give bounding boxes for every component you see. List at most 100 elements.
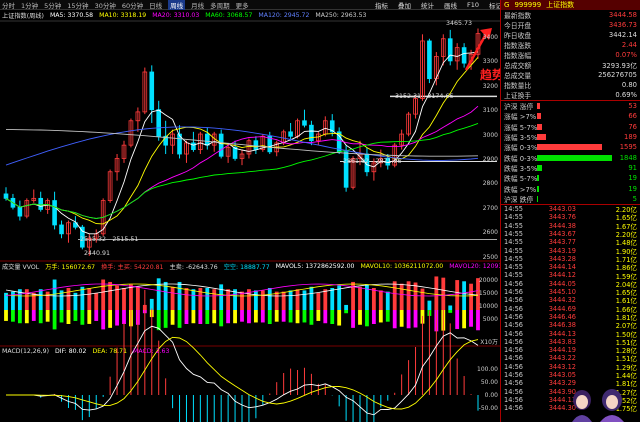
- volume-flow-bar: [205, 310, 210, 324]
- volume-bar: [392, 281, 397, 310]
- volume-bar: [240, 291, 244, 310]
- volume-bar: [219, 284, 224, 310]
- volume-bar: [177, 281, 182, 310]
- volume-flow-bar: [87, 310, 92, 324]
- kline-chart[interactable]: [0, 0, 500, 422]
- volume-bar: [108, 281, 113, 310]
- distribution-count: 19: [628, 184, 637, 193]
- volume-flow-bar: [413, 310, 418, 328]
- volume-bar: [267, 288, 272, 310]
- quote-row: 昨日收盘 3442.14: [501, 30, 640, 40]
- macd-axis-tick: 0.00: [484, 392, 498, 399]
- volume-flow-bar: [469, 310, 473, 327]
- quote-label: 今日开盘: [504, 22, 532, 30]
- volume-flow-bar: [94, 310, 99, 321]
- macd-legend: MACD(12,26,9) DIF: 80.02 DEA: 78.71 MACD…: [0, 347, 300, 356]
- macd-title: MACD(12,26,9): [2, 348, 49, 355]
- mavol10: MAVOL10: 1036211072.00: [360, 263, 444, 270]
- volume-flow-bar: [448, 310, 453, 313]
- volume-flow-bar: [260, 310, 265, 323]
- volume-flow-bar: [73, 310, 78, 321]
- distribution-row: 沪深 跌停 5: [501, 194, 640, 204]
- vol-sell: 主卖: -62643.76: [169, 264, 218, 271]
- quote-panel: G 999999 上证指数 最新指数 3444.58 今日开盘 3436.73 昨日收盘…: [500, 0, 640, 422]
- macd-dif: DIF: 80.02: [55, 348, 87, 355]
- distribution-row: 涨幅 3-5% 189: [501, 132, 640, 142]
- tick-time: 14:55: [504, 221, 524, 230]
- tick-price: 3446.38: [548, 321, 576, 330]
- candle-body: [191, 142, 196, 150]
- tick-time: 14:55: [504, 205, 524, 214]
- distribution-bar: [537, 123, 612, 130]
- quote-label: 指数涨跌: [504, 42, 532, 50]
- distribution-row: 跌幅 0-3% 1848: [501, 152, 640, 163]
- tick-time: 14:55: [504, 230, 524, 238]
- volume-flow-bar: [323, 310, 328, 324]
- quote-label: 上证换手: [504, 92, 532, 100]
- candle-body: [218, 133, 224, 157]
- volume-flow-bar: [11, 310, 15, 322]
- tick-time: 14:56: [504, 279, 524, 288]
- tick-time: 14:56: [504, 362, 524, 371]
- volume-legend: 成交量 VVOL 万手: 156072.67 换手: 主买: 54220.81 …: [0, 262, 500, 271]
- volume-bar: [385, 291, 390, 310]
- volume-bar: [378, 290, 383, 310]
- tick-time: 14:55: [504, 213, 524, 222]
- volume-bar: [344, 304, 349, 310]
- quote-row: 指数涨跌 2.44: [501, 40, 640, 50]
- distribution-label: 沪深 跌停: [504, 195, 534, 204]
- distribution-label: 涨幅 3-5%: [504, 134, 538, 143]
- distribution-label: 涨幅 >7%: [504, 113, 537, 122]
- volume-flow-bar: [45, 310, 50, 322]
- candle-body: [38, 197, 44, 210]
- tick-price: 3444.05: [548, 279, 576, 288]
- tick-time: 14:56: [504, 395, 524, 404]
- quote-value: 3444.58: [608, 11, 637, 19]
- distribution-bar: [537, 175, 612, 182]
- tick-price: 3443.22: [548, 354, 576, 363]
- mark-range-2: 2861.92 - 2871.96: [343, 158, 402, 165]
- tick-price: 3444.32: [548, 296, 576, 305]
- tick-time: 14:56: [504, 346, 524, 355]
- quote-value: 0.07%: [615, 51, 637, 59]
- candle-body: [447, 38, 453, 62]
- volume-bar: [399, 283, 404, 310]
- tick-price: 3443.76: [548, 213, 576, 222]
- volume-bar: [358, 286, 362, 310]
- distribution-row: 涨幅 >7% 66: [501, 111, 640, 121]
- volume-flow-bar: [198, 310, 203, 324]
- distribution-count: 1595: [619, 143, 637, 152]
- volume-bar: [420, 288, 425, 310]
- distribution-label: 涨幅 5-7%: [504, 123, 538, 132]
- volume-bar: [260, 290, 265, 310]
- tick-time: 14:56: [504, 404, 524, 413]
- macd-axis-tick: 100.00: [477, 366, 498, 373]
- volume-flow-bar: [17, 310, 22, 324]
- volume-bar: [149, 298, 154, 310]
- tick-time: 14:56: [504, 387, 524, 396]
- tick-time: 14:56: [504, 288, 524, 297]
- mavol20: MAVOL20: 12093975: [449, 263, 500, 270]
- tick-time: 14:56: [504, 312, 524, 321]
- volume-unit-label: X10万: [480, 339, 498, 346]
- candle-body: [461, 47, 467, 64]
- volume-flow-bar: [38, 310, 43, 324]
- mark-range-1: 3152.31 - 3174.66: [395, 93, 454, 100]
- volume-flow-bar: [101, 310, 106, 330]
- tick-price: 3443.03: [548, 205, 576, 214]
- candle-body: [156, 109, 162, 137]
- price-axis-tick: 2800: [482, 180, 498, 188]
- vol-empty: 空空: 18887.77: [223, 264, 270, 271]
- distribution-list: 沪深 涨停 53 涨幅 >7% 66 涨幅 5-7% 76 涨幅 3-5% 189 涨幅 0-3…: [501, 100, 640, 204]
- stock-code: 999999: [514, 1, 542, 9]
- volume-flow-bar: [233, 310, 237, 324]
- macd-value: MACD: 2.63: [133, 348, 170, 355]
- volume-flow-bar: [177, 310, 182, 328]
- tick-price: 3443.12: [548, 362, 576, 371]
- volume-bar: [365, 284, 369, 310]
- volume-bar: [274, 291, 279, 310]
- volume-flow-bar: [66, 310, 71, 324]
- tick-price: 3443.19: [548, 246, 576, 255]
- vol-title: 成交量 VVOL: [2, 264, 40, 271]
- distribution-bar: [537, 144, 612, 151]
